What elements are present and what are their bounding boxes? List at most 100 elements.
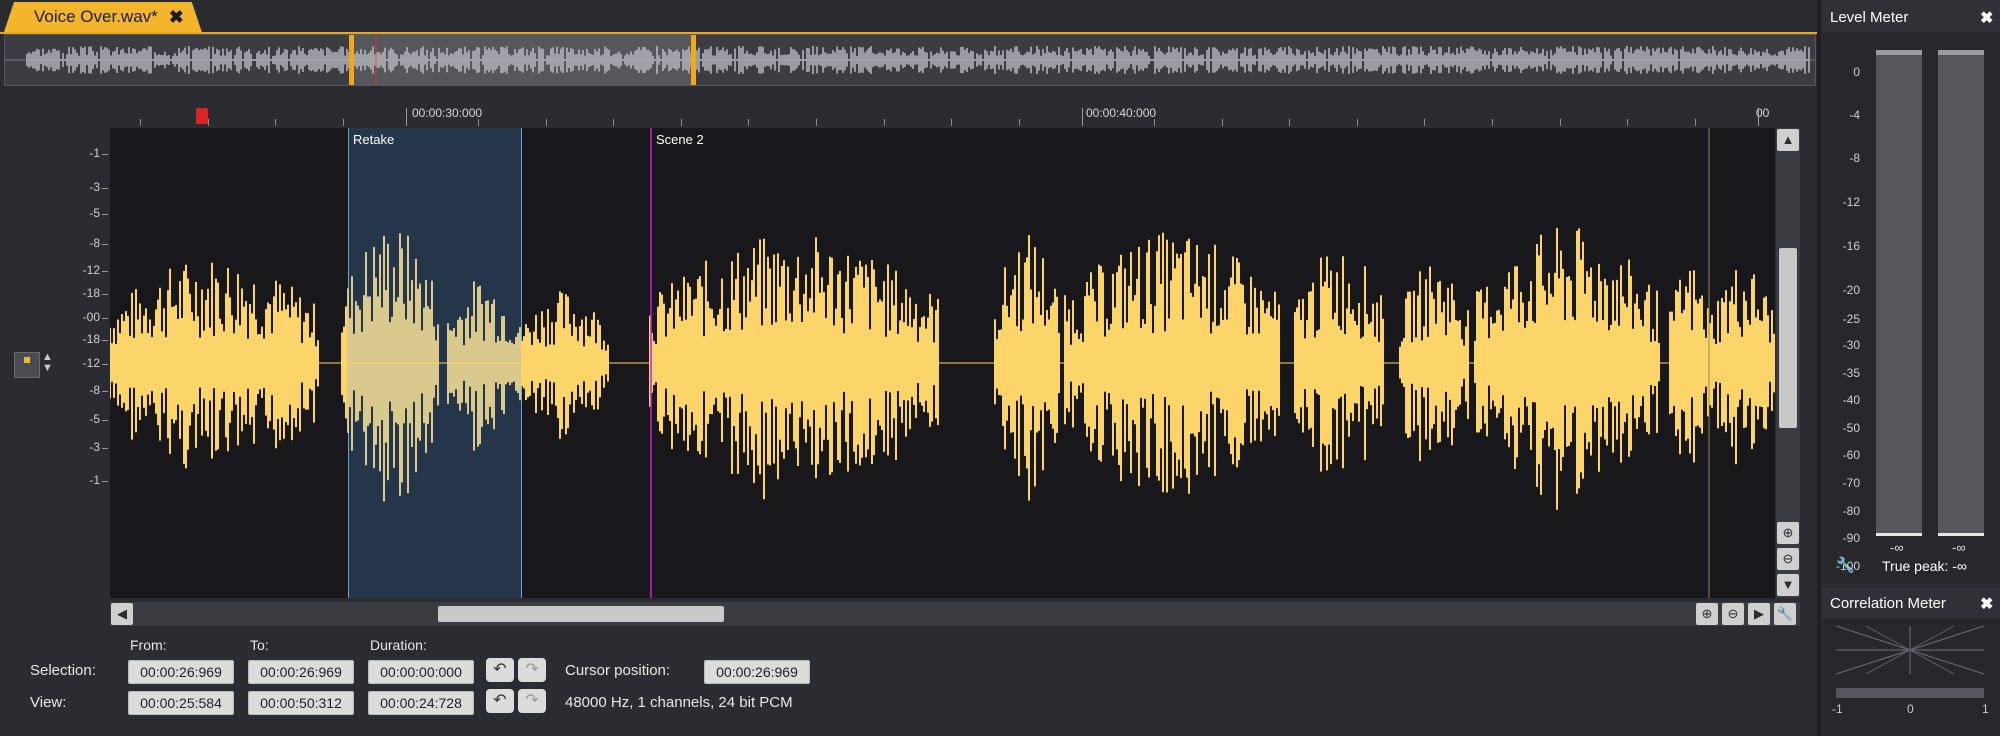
cursor-position-field[interactable]: 00:00:26:969 (704, 660, 810, 684)
selection-from-field[interactable]: 00:00:26:969 (128, 660, 234, 684)
scroll-left-icon[interactable]: ◀ (111, 603, 133, 625)
level-meter-left-value: -∞ (1890, 540, 1904, 555)
db-scale-tick (102, 214, 108, 215)
redo-icon[interactable]: ↷ (518, 658, 546, 682)
ruler-tick (545, 119, 547, 126)
ruler-tick (1356, 119, 1358, 126)
ruler-tick (1758, 108, 1759, 126)
view-to-field[interactable]: 00:00:50:312 (248, 691, 354, 715)
level-meter-right-value: -∞ (1952, 540, 1966, 555)
ruler-tick (1694, 119, 1696, 126)
document-tab[interactable]: Voice Over.wav* ✖ (4, 2, 202, 32)
db-scale-label: -18 (82, 286, 100, 300)
ruler-tick (951, 119, 953, 126)
view-from-field[interactable]: 00:00:25:584 (128, 691, 234, 715)
level-meter-scale-label: -20 (1842, 283, 1860, 297)
db-scale-tick (102, 244, 108, 245)
horizontal-scrollbar[interactable]: ◀ ⊕ ⊖ ▶ 🔧 (110, 602, 1800, 626)
level-meter-left-bar (1876, 50, 1922, 536)
ruler-tick (207, 119, 209, 126)
ruler-tick (1154, 119, 1155, 126)
correlation-meter-title: Correlation Meter (1830, 595, 1946, 612)
time-ruler[interactable]: 00:00:30:000 00:00:40:000 00 (110, 104, 1775, 126)
vertical-scroll-thumb[interactable] (1779, 248, 1797, 428)
db-scale-tick (102, 271, 108, 272)
ruler-tick (1221, 119, 1223, 126)
ruler-tick (1424, 119, 1426, 126)
correlation-meter-body: -1 0 1 (1822, 618, 2000, 736)
ruler-tick (1627, 119, 1629, 126)
selection-label: Selection: (30, 662, 96, 679)
panel-divider[interactable] (1817, 0, 1821, 736)
db-scale-tick (102, 420, 108, 421)
ruler-tick (406, 108, 407, 126)
close-icon[interactable]: ✖ (1980, 8, 1993, 28)
true-peak-text: True peak: -∞ (1882, 558, 1967, 574)
cursor-position-label: Cursor position: (565, 662, 671, 679)
vertical-scrollbar[interactable]: ▲ ⊕ ⊖ ▼ (1776, 128, 1800, 598)
db-scale-tick (102, 188, 108, 189)
ruler-tick (1082, 108, 1083, 126)
wrench-icon[interactable]: 🔧 (1774, 603, 1796, 625)
close-icon[interactable]: ✖ (1980, 594, 1993, 614)
db-scale-label: -5 (89, 412, 100, 426)
overview-left-handle[interactable] (349, 35, 354, 85)
level-meter-scale-label: -35 (1842, 366, 1860, 380)
ruler-tick (275, 119, 277, 126)
scroll-up-icon[interactable]: ▲ (1777, 129, 1799, 151)
db-scale-tick (102, 340, 108, 341)
level-meter-scale-label: -25 (1842, 312, 1860, 326)
zoom-out-icon[interactable]: ⊖ (1722, 603, 1744, 625)
level-meter-scale-label: -60 (1842, 448, 1860, 462)
scroll-right-icon[interactable]: ▶ (1748, 603, 1770, 625)
correlation-scale-label: 0 (1907, 702, 1914, 716)
redo-icon[interactable]: ↷ (518, 689, 546, 713)
from-header: From: (130, 637, 167, 653)
scroll-down-icon[interactable]: ▼ (1777, 574, 1799, 596)
level-meter-scale-label: -30 (1842, 338, 1860, 352)
close-icon[interactable]: ✖ (169, 2, 184, 32)
db-scale-tick (102, 294, 108, 295)
db-scale-label: -00 (82, 310, 100, 324)
zoom-in-icon[interactable]: ⊕ (1696, 603, 1718, 625)
db-scale-label: -8 (89, 383, 100, 397)
undo-icon[interactable]: ↶ (486, 689, 514, 713)
correlation-scale-label: -1 (1832, 702, 1843, 716)
horizontal-scroll-thumb[interactable] (438, 606, 724, 622)
undo-icon[interactable]: ↶ (486, 658, 514, 682)
view-duration-field[interactable]: 00:00:24:728 (368, 691, 474, 715)
db-scale-label: -8 (89, 236, 100, 250)
level-meter-title: Level Meter (1830, 9, 1909, 26)
ruler-tick (680, 119, 682, 126)
to-header: To: (250, 637, 269, 653)
waveform-view[interactable]: Retake Scene 2 (110, 128, 1775, 598)
zoom-in-icon[interactable]: ⊕ (1777, 522, 1799, 544)
wrench-icon[interactable]: 🔧 (1836, 556, 1855, 574)
db-scale-tick (102, 364, 108, 365)
selection-to-field[interactable]: 00:00:26:969 (248, 660, 354, 684)
document-tab-title: Voice Over.wav* (34, 7, 158, 26)
selection-duration-field[interactable]: 00:00:00:000 (368, 660, 474, 684)
ruler-tick (748, 119, 750, 126)
marker-label-scene-2[interactable]: Scene 2 (656, 132, 704, 147)
overview-waveform[interactable] (4, 34, 1816, 86)
correlation-bar (1836, 688, 1984, 698)
playhead-marker-icon[interactable] (196, 108, 208, 124)
overview-right-handle[interactable] (691, 35, 696, 85)
level-meter-scale-label: -90 (1842, 531, 1860, 545)
db-scale-label: -3 (89, 180, 100, 194)
view-label: View: (30, 694, 67, 711)
tab-bar: Voice Over.wav* ✖ (0, 0, 1817, 34)
channel-toggle-icon[interactable] (14, 352, 40, 378)
ruler-tick (613, 119, 615, 126)
level-meter-scale-label: -16 (1842, 239, 1860, 253)
channel-stepper-icon[interactable]: ▲ ▼ (42, 352, 53, 374)
ruler-tick (478, 119, 479, 126)
level-meter-scale-label: -8 (1849, 151, 1860, 165)
ruler-tick (883, 119, 885, 126)
duration-header: Duration: (370, 637, 427, 653)
level-meter-scale-label: -70 (1842, 476, 1860, 490)
marker-label-retake[interactable]: Retake (353, 132, 394, 147)
zoom-out-icon[interactable]: ⊖ (1777, 548, 1799, 570)
level-meter-scale-label: -40 (1842, 393, 1860, 407)
